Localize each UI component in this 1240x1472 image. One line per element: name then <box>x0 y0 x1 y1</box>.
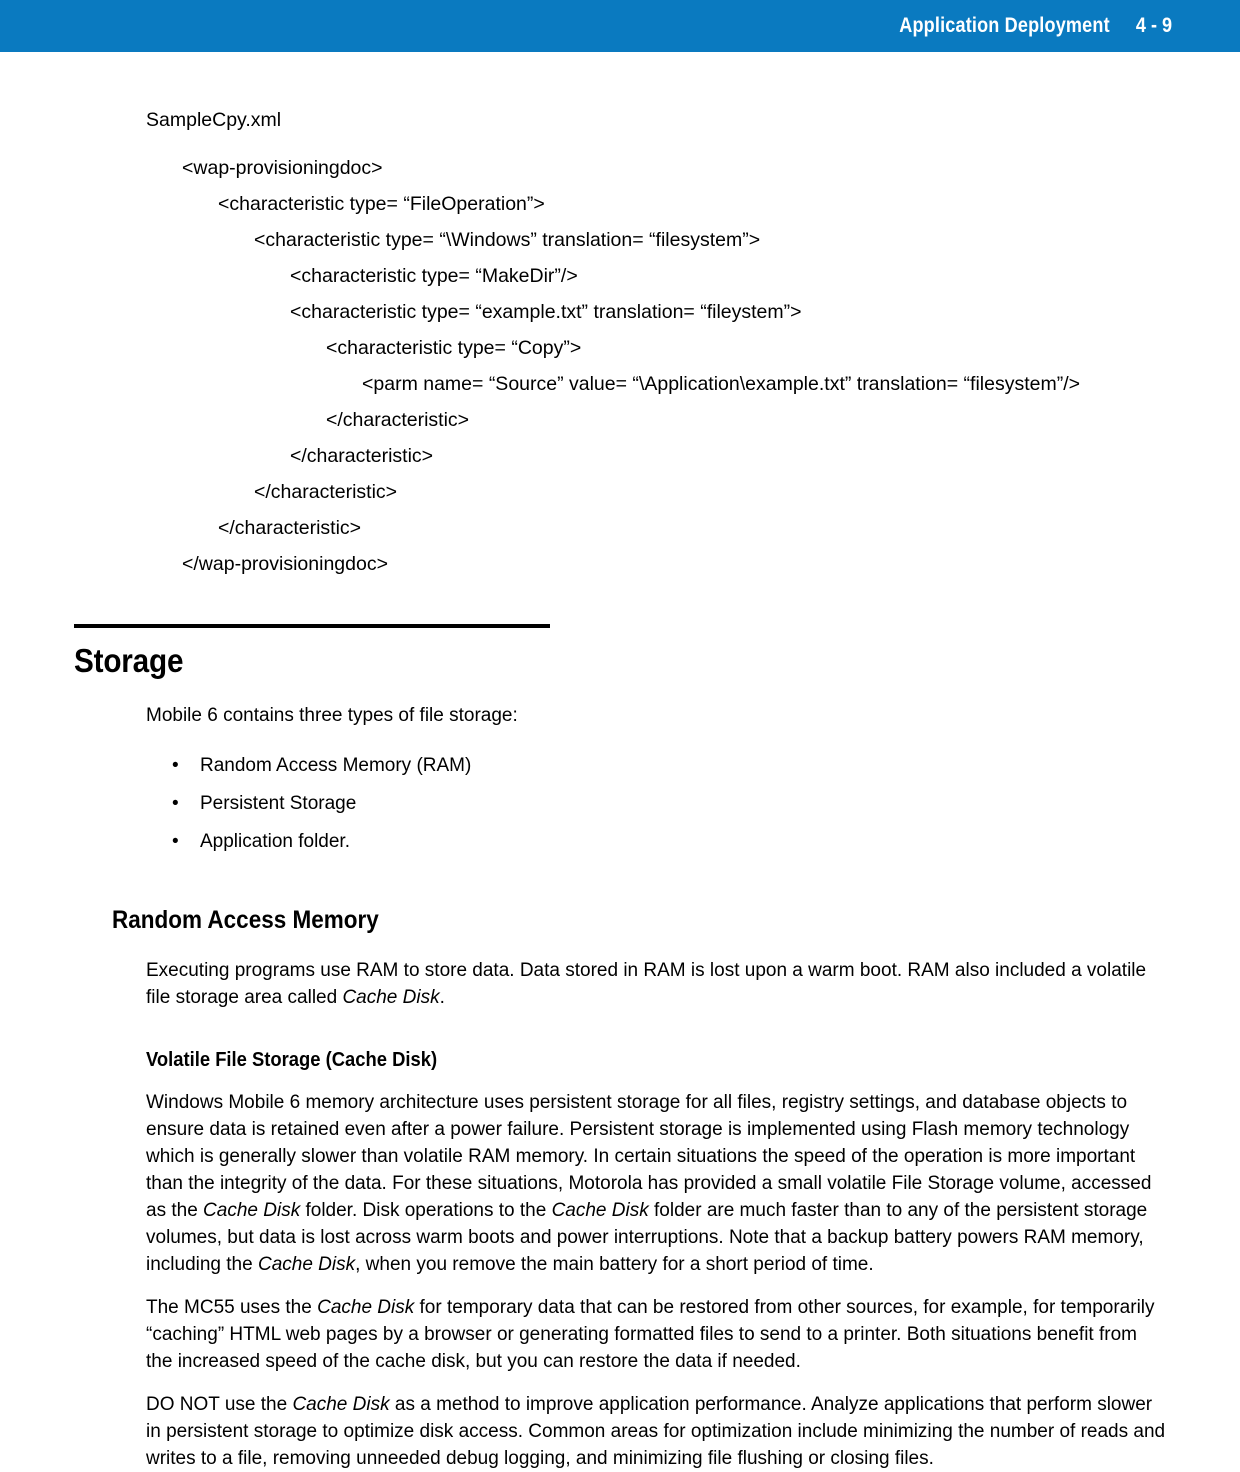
code-line: </characteristic> <box>326 409 470 431</box>
heading-volatile-file-storage: Volatile File Storage (Cache Disk) <box>146 1049 438 1071</box>
cd-p3-term-1: Cache Disk <box>292 1394 390 1415</box>
storage-intro-text: Mobile 6 contains three types of file st… <box>146 705 518 726</box>
code-line: <characteristic type= “Copy”> <box>326 337 582 359</box>
code-line: <wap-provisioningdoc> <box>182 157 383 179</box>
code-line: </characteristic> <box>218 517 362 539</box>
cache-disk-paragraph-2: The MC55 uses the Cache Disk for tempora… <box>146 1294 1166 1375</box>
code-line: <characteristic type= “example.txt” tran… <box>290 301 802 323</box>
code-line: <characteristic type= “MakeDir”/> <box>290 265 578 287</box>
code-sample-block: <wap-provisioningdoc> <characteristic typ… <box>0 150 1240 582</box>
code-line: <characteristic type= “\Windows” transla… <box>254 229 761 251</box>
section-divider-rule <box>74 624 550 628</box>
list-item: • Application folder. <box>172 823 1240 861</box>
cache-disk-paragraph-1: Windows Mobile 6 memory architecture use… <box>146 1089 1166 1278</box>
page-content: SampleCpy.xml <wap-provisioningdoc> <char… <box>0 52 1240 1472</box>
code-line: </wap-provisioningdoc> <box>182 553 388 575</box>
list-item: • Persistent Storage <box>172 785 1240 823</box>
page-header-bar: Application Deployment 4 - 9 <box>0 0 1240 52</box>
cd-p1-term-1: Cache Disk <box>203 1200 301 1221</box>
cd-p1-term-3: Cache Disk <box>257 1254 356 1275</box>
cache-disk-paragraph-3: DO NOT use the Cache Disk as a method to… <box>146 1391 1166 1472</box>
cd-p1-term-2: Cache Disk <box>551 1200 649 1221</box>
page-title: Storage <box>74 642 184 679</box>
header-chapter-title: Application Deployment <box>899 14 1110 37</box>
code-line: <parm name= “Source” value= “\Applicatio… <box>362 373 1081 395</box>
code-line: </characteristic> <box>290 445 434 467</box>
code-sample-filename: SampleCpy.xml <box>146 109 282 131</box>
cd-p3-text-a: DO NOT use the <box>146 1394 293 1415</box>
ram-text-b: . <box>439 987 445 1008</box>
header-page-number: 4 - 9 <box>1135 14 1172 37</box>
bullet-dot-icon: • <box>172 755 179 776</box>
cd-p2-text-a: The MC55 uses the <box>146 1297 318 1318</box>
list-item-label: Random Access Memory (RAM) <box>200 755 472 776</box>
ram-term-cache-disk: Cache Disk <box>342 987 440 1008</box>
heading-random-access-memory: Random Access Memory <box>112 906 379 934</box>
storage-types-list: • Random Access Memory (RAM) • Persistent S… <box>0 747 1240 861</box>
ram-paragraph: Executing programs use RAM to store data… <box>146 957 1166 1011</box>
bullet-dot-icon: • <box>172 793 179 814</box>
list-item-label: Application folder. <box>200 831 350 852</box>
ram-text-a: Executing programs use RAM to store data… <box>146 960 1147 1008</box>
code-line: </characteristic> <box>254 481 398 503</box>
list-item-label: Persistent Storage <box>200 793 357 814</box>
cd-p1-text-b: folder. Disk operations to the <box>300 1200 552 1221</box>
bullet-dot-icon: • <box>172 831 179 852</box>
list-item: • Random Access Memory (RAM) <box>172 747 1240 785</box>
code-line: <characteristic type= “FileOperation”> <box>218 193 545 215</box>
cd-p1-text-d: , when you remove the main battery for a… <box>355 1254 874 1275</box>
cd-p2-term-1: Cache Disk <box>317 1297 415 1318</box>
